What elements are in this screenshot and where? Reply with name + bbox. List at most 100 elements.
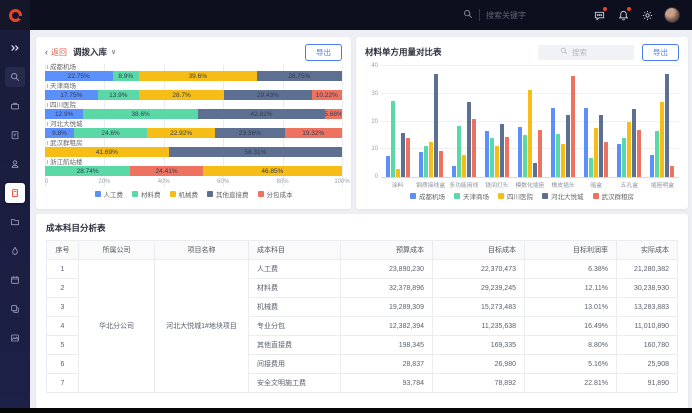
bar[interactable] <box>670 166 674 177</box>
bar-segment[interactable]: 24.6% <box>74 128 147 138</box>
settings-gear-icon[interactable] <box>640 8 654 22</box>
bar-segment[interactable]: 5.68% <box>325 109 342 119</box>
legend-item[interactable]: 材料费 <box>132 189 161 199</box>
export-button[interactable]: 导出 <box>642 44 679 61</box>
bar[interactable] <box>424 146 428 177</box>
bar[interactable] <box>439 151 443 177</box>
legend-item[interactable]: 河北大悦城 <box>542 191 584 201</box>
bar[interactable] <box>551 108 555 177</box>
sidebar-item-folder[interactable] <box>5 212 25 232</box>
sidebar-item-copy[interactable] <box>5 299 25 319</box>
bar[interactable] <box>594 128 598 177</box>
export-button[interactable]: 导出 <box>305 44 342 61</box>
messages-icon[interactable] <box>592 8 606 22</box>
bar[interactable] <box>660 102 664 177</box>
bar-segment[interactable]: 29.43% <box>224 90 311 100</box>
bar[interactable] <box>571 76 575 177</box>
bar[interactable] <box>457 126 461 177</box>
bar[interactable] <box>490 138 494 177</box>
panel-search-input[interactable] <box>572 48 612 57</box>
bar[interactable] <box>589 158 593 177</box>
bar[interactable] <box>599 115 603 177</box>
bar[interactable] <box>485 131 489 177</box>
bar[interactable] <box>617 144 621 177</box>
bar[interactable] <box>406 138 410 177</box>
bar[interactable] <box>434 74 438 177</box>
bar[interactable] <box>505 137 509 177</box>
chevron-down-icon[interactable]: ∨ <box>111 48 116 56</box>
bar[interactable] <box>495 146 499 177</box>
bar-segment[interactable]: 28.74% <box>45 166 130 176</box>
sidebar-item-search[interactable] <box>5 67 25 87</box>
bar[interactable] <box>650 155 654 177</box>
bar-segment[interactable]: 28.7% <box>139 90 224 100</box>
bar[interactable] <box>584 108 588 177</box>
double-chevron-right-icon[interactable] <box>5 38 25 58</box>
bar-segment[interactable]: 22.75% <box>45 71 113 81</box>
legend-item[interactable]: 武汉群租房 <box>593 191 635 201</box>
bar[interactable] <box>665 74 669 177</box>
bar-segment[interactable]: 17.75% <box>45 90 98 100</box>
back-link[interactable]: 返回 <box>51 47 67 58</box>
bar[interactable] <box>561 144 565 177</box>
bar-segment[interactable]: 24.41% <box>130 166 202 176</box>
bar-segment[interactable]: 23.36% <box>215 128 284 138</box>
global-search[interactable] <box>463 9 556 22</box>
bar[interactable] <box>429 142 433 177</box>
sidebar-item-calendar[interactable] <box>5 270 25 290</box>
app-logo[interactable] <box>0 0 30 30</box>
bar-segment[interactable]: 10.22% <box>312 90 342 100</box>
bar[interactable] <box>452 166 456 177</box>
sidebar-item-building-active[interactable] <box>5 183 25 203</box>
bar[interactable] <box>386 156 390 177</box>
legend-item[interactable]: 成都机场 <box>410 191 445 201</box>
bar[interactable] <box>566 115 570 177</box>
sidebar-item-briefcase[interactable] <box>5 96 25 116</box>
sidebar-item-droplet[interactable] <box>5 241 25 261</box>
bar-segment[interactable]: 22.92% <box>147 128 215 138</box>
bar-segment[interactable]: 28.75% <box>257 71 342 81</box>
bar-segment[interactable]: 13.9% <box>98 90 139 100</box>
global-search-input[interactable] <box>486 11 556 20</box>
bar[interactable] <box>391 101 395 177</box>
bar-segment[interactable]: 58.31% <box>169 147 342 157</box>
bar-segment[interactable]: 12.9% <box>45 109 83 119</box>
bell-icon[interactable] <box>616 8 630 22</box>
bar[interactable] <box>523 135 527 177</box>
user-avatar[interactable] <box>664 7 680 23</box>
panel-search[interactable] <box>538 45 634 60</box>
legend-item[interactable]: 其他直接费 <box>207 189 249 199</box>
bar[interactable] <box>627 122 631 178</box>
back-chevron-icon[interactable]: ‹ <box>45 47 48 57</box>
bar[interactable] <box>462 155 466 177</box>
bar[interactable] <box>401 133 405 177</box>
legend-item[interactable]: 人工费 <box>95 189 124 199</box>
bar[interactable] <box>637 130 641 177</box>
legend-item[interactable]: 机械费 <box>170 189 199 199</box>
bar[interactable] <box>556 134 560 177</box>
legend-item[interactable]: 天津商场 <box>454 191 489 201</box>
bar[interactable] <box>518 127 522 177</box>
bar[interactable] <box>538 130 542 177</box>
bar[interactable] <box>500 124 504 177</box>
legend-item[interactable]: 四川医院 <box>498 191 533 201</box>
sidebar-item-user[interactable] <box>5 154 25 174</box>
bar-segment[interactable]: 39.6% <box>139 71 257 81</box>
bar[interactable] <box>622 138 626 177</box>
bar[interactable] <box>533 163 537 177</box>
bar-segment[interactable]: 46.85% <box>203 166 342 176</box>
bar-segment[interactable]: 42.82% <box>198 109 325 119</box>
bar-segment[interactable]: 8.9% <box>113 71 139 81</box>
bar[interactable] <box>419 152 423 177</box>
sidebar-item-clipboard[interactable] <box>5 125 25 145</box>
bar-segment[interactable]: 19.32% <box>285 128 342 138</box>
bar-segment[interactable]: 9.8% <box>45 128 74 138</box>
bar[interactable] <box>632 109 636 177</box>
bar-segment[interactable]: 38.6% <box>83 109 198 119</box>
bar[interactable] <box>467 102 471 177</box>
bar[interactable] <box>528 90 532 177</box>
bar[interactable] <box>472 119 476 177</box>
bar-segment[interactable]: 41.69% <box>45 147 169 157</box>
bar[interactable] <box>655 131 659 177</box>
bar[interactable] <box>604 142 608 177</box>
